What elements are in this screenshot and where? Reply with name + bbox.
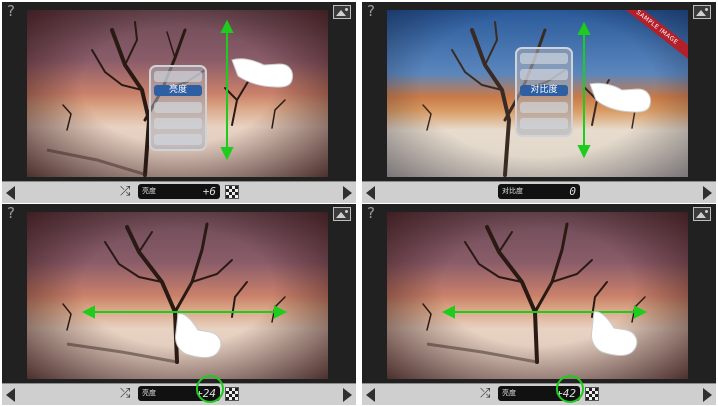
next-icon[interactable] <box>703 388 712 402</box>
screen-contrast-vertical: ? SAMPLE IMAGE 对比度 对比度 0 <box>362 2 716 203</box>
parameter-display[interactable]: 亮度 +6 <box>138 184 220 199</box>
compare-icon[interactable] <box>225 387 239 401</box>
parameter-label: 对比度 <box>502 187 523 195</box>
screen-brightness-horizontal: ? ⤮ 亮度 +24 <box>2 204 356 405</box>
shuffle-icon[interactable]: ⤮ <box>480 386 490 402</box>
bottom-toolbar: ⤮ 亮度 +24 <box>2 375 356 405</box>
screen-brightness-vertical: ? 亮度 ⤮ 亮度 +6 <box>2 2 356 203</box>
next-icon[interactable] <box>343 186 352 200</box>
gesture-overlay <box>577 21 651 159</box>
bottom-toolbar: 对比度 0 <box>362 181 716 203</box>
parameter-label: 亮度 <box>142 389 156 397</box>
value-highlight-circle <box>556 375 584 403</box>
bottom-toolbar: ⤮ 亮度 +42 <box>362 375 716 405</box>
gesture-overlay <box>220 19 293 161</box>
parameter-display[interactable]: 对比度 0 <box>498 184 580 199</box>
value-highlight-circle <box>196 375 224 403</box>
next-icon[interactable] <box>703 186 712 200</box>
screen-brightness-horizontal-2: ? ⤮ 亮度 +42 <box>362 204 716 405</box>
shuffle-icon[interactable]: ⤮ <box>120 184 130 200</box>
gesture-overlay <box>441 305 648 356</box>
gesture-overlay <box>81 305 288 358</box>
prev-icon[interactable] <box>6 186 15 200</box>
shuffle-icon[interactable]: ⤮ <box>120 386 130 402</box>
compare-icon[interactable] <box>225 185 239 199</box>
bottom-toolbar: ⤮ 亮度 +6 <box>2 181 356 203</box>
prev-icon[interactable] <box>366 186 375 200</box>
parameter-value: 0 <box>569 185 576 198</box>
compare-icon[interactable] <box>585 387 599 401</box>
next-icon[interactable] <box>343 388 352 402</box>
parameter-label: 亮度 <box>142 187 156 195</box>
prev-icon[interactable] <box>366 388 375 402</box>
parameter-label: 亮度 <box>502 389 516 397</box>
parameter-value: +6 <box>202 185 216 198</box>
prev-icon[interactable] <box>6 388 15 402</box>
